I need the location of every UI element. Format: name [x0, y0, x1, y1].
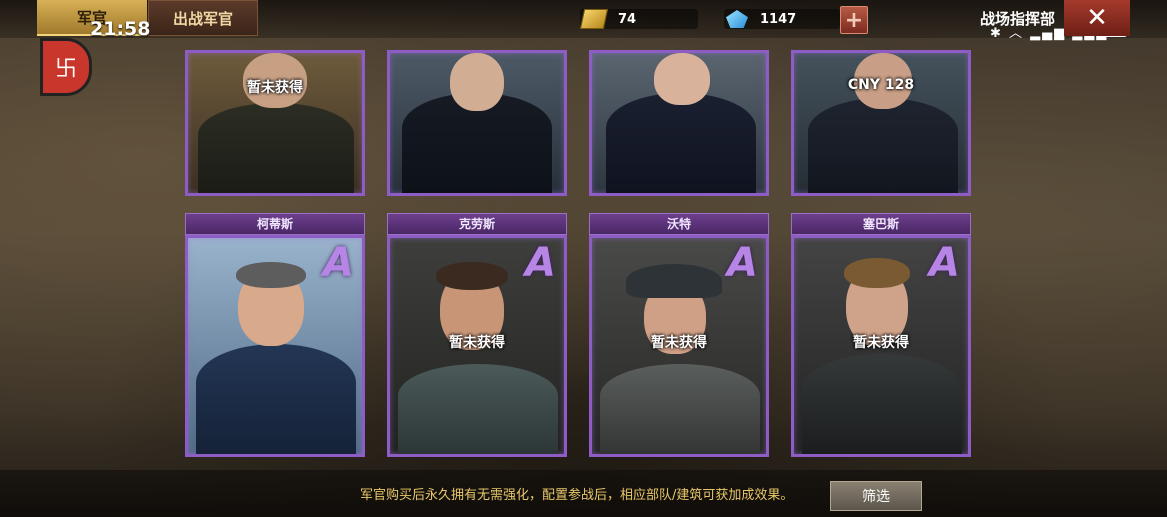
- grade-badge: A: [525, 240, 556, 286]
- officer-card[interactable]: CNY 128: [791, 50, 971, 196]
- officer-name: 柯蒂斯: [185, 213, 365, 235]
- gold-count: 74: [618, 11, 637, 27]
- officer-card[interactable]: [589, 50, 769, 196]
- gem-resource: 1147: [724, 9, 840, 29]
- officer-card-sebastian[interactable]: 塞巴斯 A 暂未获得: [791, 213, 971, 457]
- side-menu-icon[interactable]: 卐: [40, 38, 92, 96]
- officer-name: 克劳斯: [387, 213, 567, 235]
- grade-badge: A: [323, 240, 354, 286]
- gold-bar-icon: [579, 9, 609, 29]
- filter-button[interactable]: 筛选: [830, 481, 922, 511]
- officer-portrait: [589, 50, 769, 196]
- grade-badge: A: [727, 240, 758, 286]
- gem-count: 1147: [760, 11, 797, 27]
- tab-deployed-officers[interactable]: 出战军官: [148, 0, 258, 36]
- add-currency-button[interactable]: +: [840, 6, 868, 34]
- officer-name: 塞巴斯: [791, 213, 971, 235]
- diamond-icon: [726, 10, 748, 28]
- officer-portrait: A 暂未获得: [791, 235, 971, 457]
- officer-portrait: [387, 50, 567, 196]
- price-label: CNY 128: [847, 77, 915, 93]
- officer-portrait: A 暂未获得: [387, 235, 567, 457]
- hint-text: 军官购买后永久拥有无需强化，配置参战后，相应部队/建筑可获加成效果。: [360, 488, 794, 503]
- officer-card-klaus[interactable]: 克劳斯 A 暂未获得: [387, 213, 567, 457]
- status-clock: 21:58: [90, 18, 151, 40]
- officer-card-curtis[interactable]: 柯蒂斯 A: [185, 213, 365, 457]
- gold-resource: 74: [579, 9, 698, 29]
- grade-badge: A: [929, 240, 960, 286]
- status-label: 暂未获得: [651, 335, 707, 351]
- officer-card-walter[interactable]: 沃特 A 暂未获得: [589, 213, 769, 457]
- officer-card[interactable]: [387, 50, 567, 196]
- officer-portrait: 暂未获得: [185, 50, 365, 196]
- officer-portrait: CNY 128: [791, 50, 971, 196]
- officer-name: 沃特: [589, 213, 769, 235]
- close-button[interactable]: ✕: [1064, 0, 1130, 36]
- officer-card[interactable]: 暂未获得: [185, 50, 365, 196]
- status-label: 暂未获得: [853, 335, 909, 351]
- status-label: 暂未获得: [449, 335, 505, 351]
- officer-portrait: A: [185, 235, 365, 457]
- status-label: 暂未获得: [247, 80, 303, 96]
- officer-portrait: A 暂未获得: [589, 235, 769, 457]
